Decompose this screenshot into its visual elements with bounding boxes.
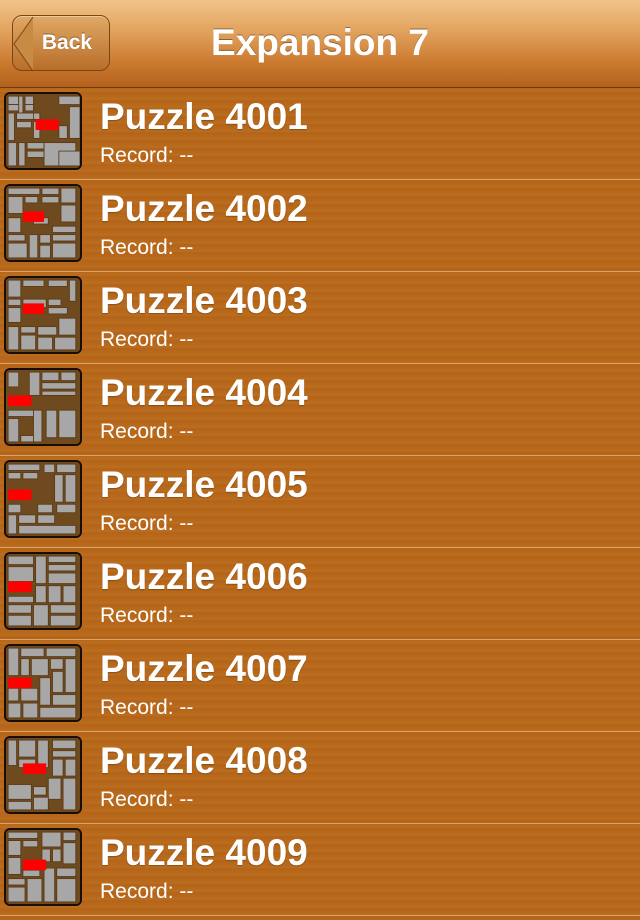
navigation-bar: Back Expansion 7 — [0, 0, 640, 88]
puzzle-row[interactable]: Puzzle 4008 Record: -- — [0, 732, 640, 824]
puzzle-title: Puzzle 4002 — [100, 188, 308, 229]
puzzle-record: Record: -- — [100, 420, 194, 443]
target-block-icon — [8, 581, 32, 593]
puzzle-thumbnail — [4, 368, 82, 446]
puzzle-record: Record: -- — [100, 144, 194, 167]
puzzle-title: Puzzle 4006 — [100, 556, 308, 597]
puzzle-title: Puzzle 4008 — [100, 740, 308, 781]
puzzle-thumbnail — [4, 828, 82, 906]
puzzle-record: Record: -- — [100, 328, 194, 351]
back-button[interactable]: Back — [12, 15, 110, 72]
puzzle-record: Record: -- — [100, 696, 194, 719]
target-block-icon — [22, 859, 47, 871]
target-block-icon — [22, 763, 47, 774]
target-block-icon — [35, 119, 59, 130]
puzzle-thumbnail — [4, 184, 82, 262]
puzzle-record: Record: -- — [100, 512, 194, 535]
back-button-label: Back — [41, 31, 93, 54]
puzzle-row[interactable]: Puzzle 4005 Record: -- — [0, 456, 640, 548]
puzzle-thumbnail — [4, 460, 82, 538]
puzzle-list: Puzzle 4001 Record: -- Puzzle 4002 Recor… — [0, 88, 640, 920]
puzzle-row[interactable]: Puzzle 4003 Record: -- — [0, 272, 640, 364]
puzzle-title: Puzzle 4009 — [100, 832, 308, 873]
puzzle-thumbnail — [4, 276, 82, 354]
back-arrow-icon — [13, 16, 34, 72]
puzzle-board-icon — [6, 462, 80, 536]
puzzle-title: Puzzle 4001 — [100, 96, 308, 137]
puzzle-board-icon — [6, 278, 80, 352]
puzzle-record: Record: -- — [100, 236, 194, 259]
puzzle-record: Record: -- — [100, 880, 194, 903]
puzzle-thumbnail — [4, 92, 82, 170]
puzzle-row[interactable]: Puzzle 4006 Record: -- — [0, 548, 640, 640]
puzzle-row[interactable]: Puzzle 4007 Record: -- — [0, 640, 640, 732]
target-block-icon — [8, 395, 32, 406]
target-block-icon — [22, 303, 45, 314]
puzzle-thumbnail — [4, 644, 82, 722]
puzzle-record: Record: -- — [100, 604, 194, 627]
target-block-icon — [8, 489, 32, 501]
puzzle-board-icon — [6, 646, 80, 720]
puzzle-board-icon — [6, 554, 80, 628]
puzzle-thumbnail — [4, 736, 82, 814]
puzzle-row[interactable]: Puzzle 4001 Record: -- — [0, 88, 640, 180]
puzzle-row[interactable]: Puzzle 4002 Record: -- — [0, 180, 640, 272]
puzzle-row[interactable]: Puzzle 4004 Record: -- — [0, 364, 640, 456]
puzzle-board-icon — [6, 186, 80, 260]
puzzle-title: Puzzle 4004 — [100, 372, 308, 413]
puzzle-thumbnail — [4, 552, 82, 630]
puzzle-board-icon — [6, 830, 80, 904]
page-title: Expansion 7 — [211, 22, 429, 63]
puzzle-board-icon — [6, 370, 80, 444]
puzzle-board-icon — [6, 738, 80, 812]
target-block-icon — [22, 211, 45, 222]
puzzle-board-icon — [6, 94, 80, 168]
puzzle-row[interactable]: Puzzle 4009 Record: -- — [0, 824, 640, 916]
target-block-icon — [8, 677, 32, 689]
puzzle-title: Puzzle 4005 — [100, 464, 308, 505]
puzzle-record: Record: -- — [100, 788, 194, 811]
puzzle-title: Puzzle 4003 — [100, 280, 308, 321]
puzzle-title: Puzzle 4007 — [100, 648, 308, 689]
